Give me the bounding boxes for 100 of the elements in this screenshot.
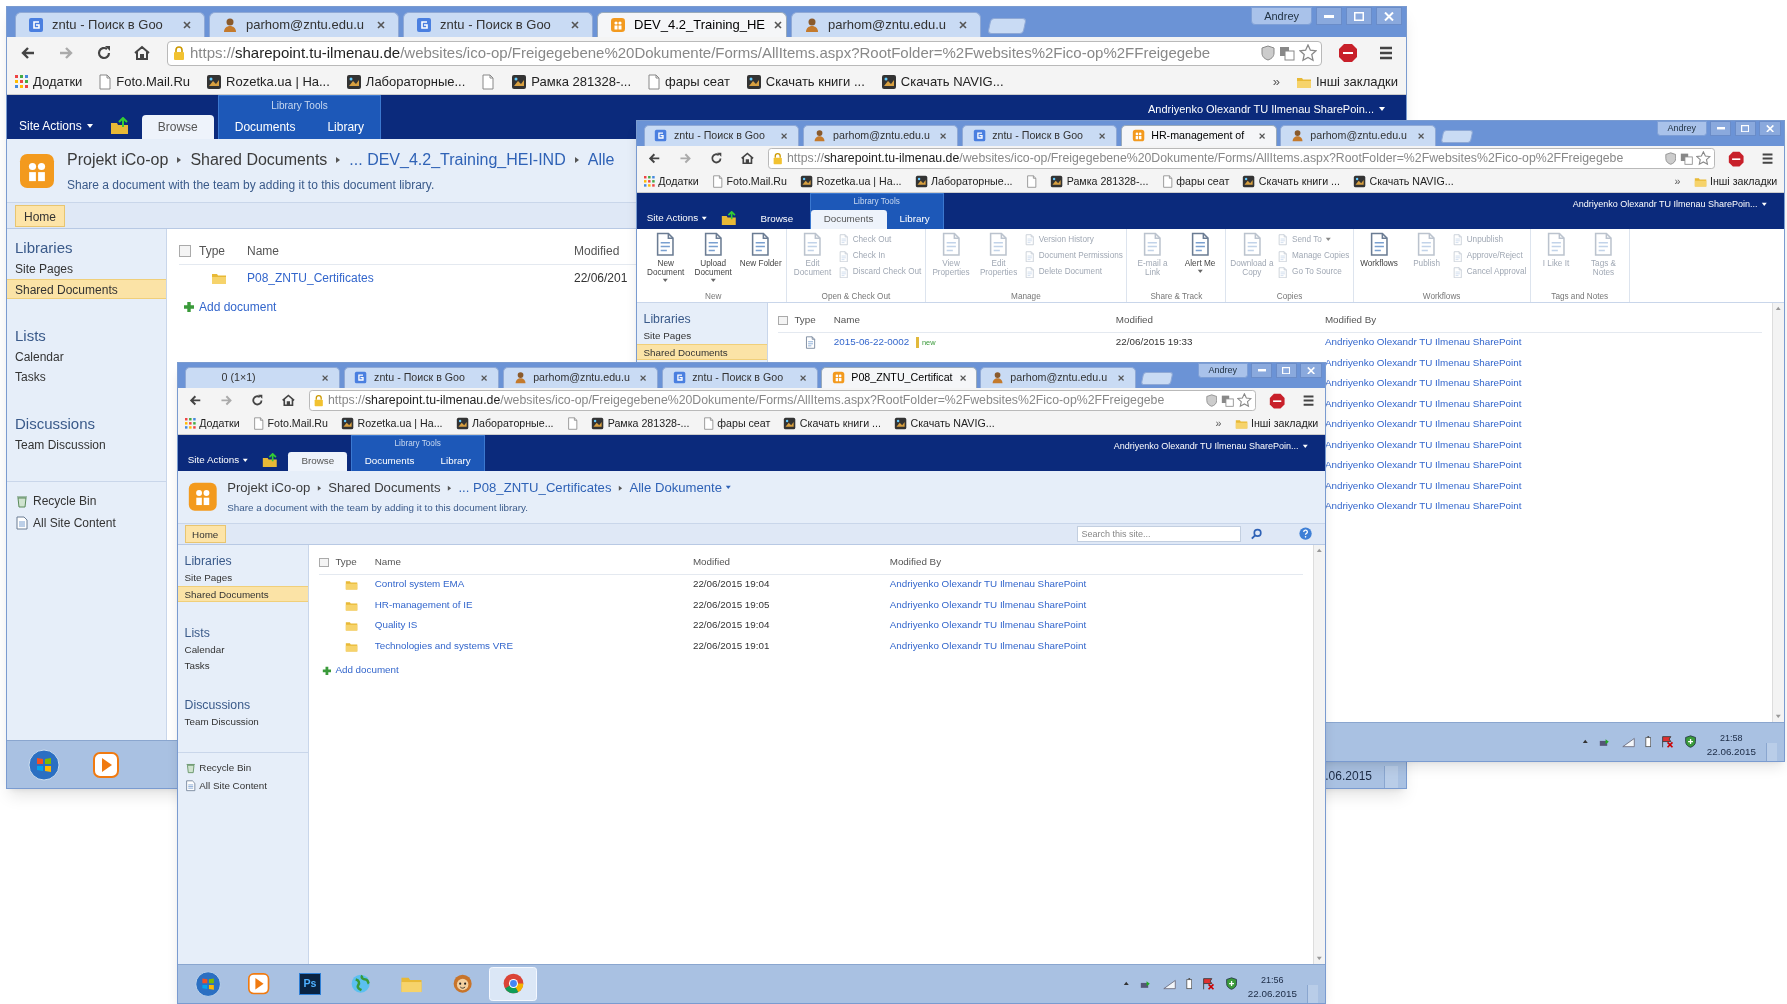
profile-button[interactable]: Andrey [1656, 121, 1707, 136]
other-bookmarks-button[interactable]: Інші закладки [1234, 416, 1319, 432]
bookmark[interactable] [481, 73, 496, 90]
nav-link[interactable]: Team Discussion [178, 713, 309, 731]
bookmark[interactable]: Foto.Mail.Ru [98, 71, 191, 92]
taskbar-button[interactable] [489, 966, 537, 1002]
nav-link[interactable]: All Site Content [7, 512, 166, 534]
user-menu[interactable]: Andriyenko Olexandr TU Ilmenau SharePoin... [1147, 101, 1386, 118]
ribbon-tab[interactable]: Documents [351, 451, 428, 472]
close-button[interactable] [1759, 121, 1781, 136]
user-link[interactable]: Andriyenko Olexandr TU Ilmenau SharePoint [889, 598, 1087, 610]
breadcrumb-link[interactable]: Shared Documents [190, 147, 328, 172]
nav-heading-link[interactable]: Libraries [7, 237, 166, 259]
user-menu[interactable]: Andriyenko Olexandr TU Ilmenau SharePoin... [1572, 198, 1768, 212]
nav-link[interactable]: Site Pages [7, 259, 166, 279]
new-tab-button[interactable] [1440, 130, 1474, 144]
ribbon-tab[interactable]: Browse [141, 115, 214, 139]
user-link[interactable]: Andriyenko Olexandr TU Ilmenau SharePoint [1324, 479, 1522, 491]
browser-tab[interactable]: zntu - Поиск в Goo [643, 125, 800, 146]
site-actions-menu[interactable]: Site Actions [184, 449, 253, 472]
new-tab-button[interactable] [987, 18, 1027, 34]
address-field[interactable]: https://sharepoint.tu-ilmenau.de/websites/ico-op/Freigegebene%20Dokumente/Forms/AllItems.aspx?RootFolder=%2Fwebsites%2Fico-op%2FFreigegebe [309, 390, 1257, 411]
nav-link[interactable]: Recycle Bin [7, 490, 166, 512]
column-header[interactable]: Name [833, 314, 860, 326]
ribbon-button[interactable]: Alert Me [1177, 232, 1223, 275]
bookmark[interactable]: Додатки [643, 174, 699, 190]
ribbon-tab[interactable]: Browse [747, 209, 807, 230]
nav-link[interactable]: Tasks [178, 658, 309, 675]
ribbon-button[interactable]: New Folder [738, 232, 783, 268]
file-link[interactable]: P08_ZNTU_Certificates [247, 268, 374, 287]
nav-link[interactable]: Recycle Bin [178, 759, 309, 778]
bookmark[interactable]: Скачать NAVIG... [880, 71, 1004, 92]
more-bookmarks-button[interactable]: » [1215, 416, 1222, 432]
minimize-button[interactable] [1316, 7, 1342, 25]
browser-tab[interactable]: zntu - Поиск в Goo [403, 12, 593, 37]
column-header[interactable]: Modified By [889, 556, 942, 568]
nav-link[interactable]: Site Pages [178, 569, 309, 586]
bookmark[interactable]: Додатки [184, 416, 240, 432]
scrollbar[interactable] [1771, 303, 1784, 722]
address-field[interactable]: https://sharepoint.tu-ilmenau.de/websites/ico-op/Freigegebene%20Dokumente/Forms/AllItems.aspx?RootFolder=%2Fwebsites%2Fico-op%2FFreigegebe [167, 40, 1322, 66]
breadcrumb-link[interactable]: Shared Documents [328, 478, 441, 498]
nav-heading-link[interactable]: Lists [178, 623, 309, 642]
file-link[interactable]: HR-management of IE [374, 597, 473, 613]
user-link[interactable]: Andriyenko Olexandr TU Ilmenau SharePoint [1324, 336, 1522, 348]
breadcrumb-link[interactable]: ... P08_ZNTU_Certificates [458, 478, 612, 498]
column-header[interactable]: Modified [1115, 314, 1153, 326]
ribbon-tab[interactable]: Documents [218, 115, 312, 139]
nav-heading-link[interactable]: Discussions [178, 695, 309, 714]
bookmark[interactable]: Скачать книги ... [1242, 174, 1340, 190]
browser-tab[interactable]: P08_ZNTU_Certificat [820, 367, 977, 388]
minimize-button[interactable] [1251, 363, 1273, 378]
browser-tab[interactable]: parhom@zntu.edu.u [502, 367, 659, 388]
bookmark[interactable]: Rozetka.ua | На... [341, 416, 443, 432]
browser-tab[interactable]: 0 (1×1) [184, 367, 341, 388]
ribbon-tab[interactable]: Library [311, 115, 381, 139]
column-header[interactable]: Type [199, 243, 225, 258]
user-link[interactable]: Andriyenko Olexandr TU Ilmenau SharePoint [1324, 418, 1522, 430]
minimize-button[interactable] [1710, 121, 1732, 136]
nav-link[interactable]: Site Pages [637, 327, 768, 344]
column-header[interactable]: Modified By [1324, 314, 1377, 326]
bookmark[interactable]: фары сеат [702, 416, 771, 432]
column-header[interactable]: Name [374, 556, 401, 568]
file-link[interactable]: Control system EMA [374, 577, 465, 593]
nav-link[interactable]: Calendar [178, 641, 309, 659]
bookmark[interactable]: Лабораторные... [345, 71, 466, 92]
profile-button[interactable]: Andrey [1197, 363, 1248, 378]
show-desktop-button[interactable] [1765, 743, 1778, 762]
show-desktop-button[interactable] [1306, 985, 1319, 1004]
bookmark[interactable]: Foto.Mail.Ru [252, 416, 328, 432]
browser-tab[interactable]: parhom@zntu.edu.u [209, 12, 399, 37]
bookmark[interactable]: Rozetka.ua | На... [206, 71, 330, 92]
user-link[interactable]: Andriyenko Olexandr TU Ilmenau SharePoint [1324, 377, 1522, 389]
profile-button[interactable]: Andrey [1251, 7, 1312, 25]
bookmark[interactable]: Скачать книги ... [745, 71, 865, 92]
ribbon-tab[interactable]: Library [886, 209, 943, 230]
browser-tab[interactable]: parhom@zntu.edu.u [791, 12, 981, 37]
nav-link[interactable]: Shared Documents [637, 344, 768, 361]
browser-tab[interactable]: zntu - Поиск в Goo [961, 125, 1118, 146]
more-bookmarks-button[interactable]: » [1674, 174, 1681, 190]
bookmark[interactable]: Рамка 281328-... [1050, 174, 1149, 190]
user-link[interactable]: Andriyenko Olexandr TU Ilmenau SharePoint [1324, 438, 1522, 450]
nav-link[interactable]: Tasks [7, 367, 166, 387]
user-link[interactable]: Andriyenko Olexandr TU Ilmenau SharePoint [889, 619, 1087, 631]
ribbon-tab[interactable]: Browse [288, 451, 348, 472]
column-header[interactable]: Modified [692, 556, 731, 568]
bookmark[interactable]: Лабораторные... [455, 416, 554, 432]
maximize-button[interactable] [1346, 7, 1372, 25]
breadcrumb-link[interactable]: Alle [587, 147, 615, 172]
taskbar-button[interactable]: Ps [286, 966, 334, 1002]
browser-tab[interactable]: zntu - Поиск в Goo [15, 12, 205, 37]
browser-tab[interactable]: zntu - Поиск в Goo [661, 367, 818, 388]
column-header[interactable]: Name [247, 243, 279, 258]
ribbon-tab[interactable]: Documents [810, 209, 887, 230]
bookmark[interactable]: фары сеат [1161, 174, 1230, 190]
file-link[interactable]: Technologies and systems VRE [374, 638, 513, 654]
select-all-checkbox[interactable] [179, 244, 191, 257]
user-link[interactable]: Andriyenko Olexandr TU Ilmenau SharePoint [889, 639, 1087, 651]
maximize-button[interactable] [1275, 363, 1297, 378]
close-button[interactable] [1376, 7, 1402, 25]
file-link[interactable]: 2015-06-22-0002 [833, 335, 910, 351]
